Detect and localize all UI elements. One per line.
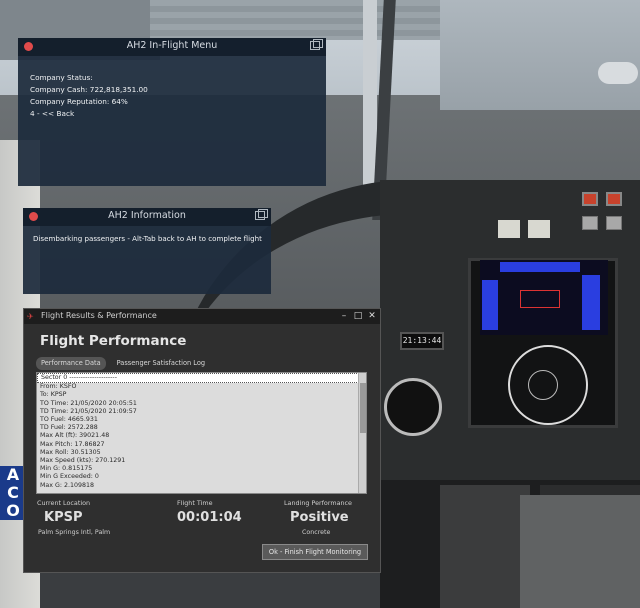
log-line[interactable]: Min G Exceeded: 0: [37, 473, 359, 481]
log-line[interactable]: Max Alt (ft): 39021.48: [37, 432, 359, 440]
log-line[interactable]: Sector 0 ---------------------: [37, 373, 359, 384]
flight-time-value: 00:01:04: [177, 510, 242, 525]
log-scrollbar[interactable]: [358, 373, 366, 493]
tab-performance-data[interactable]: Performance Data: [36, 357, 106, 370]
log-line[interactable]: From: KSFO: [37, 383, 359, 391]
log-line[interactable]: TD Time: 21/05/2020 21:09:57: [37, 408, 359, 416]
copilot-seat: [520, 495, 640, 608]
log-lines: Sector 0 --------------------- From: KSFO…: [37, 373, 359, 493]
standby-gauge: [384, 378, 442, 436]
current-location-name: Palm Springs Intl, Palm: [38, 529, 111, 536]
log-line[interactable]: Max G: 2.109818: [37, 482, 359, 490]
in-flight-menu-window: AH2 In-Flight Menu Company Status: Compa…: [18, 38, 326, 186]
company-status-label: Company Status:: [30, 73, 93, 82]
terminal-building: [440, 0, 640, 110]
altitude-tape: [582, 275, 600, 330]
log-line[interactable]: Min G: 0.815175: [37, 465, 359, 473]
info-title: AH2 Information: [108, 210, 186, 221]
results-titlebar[interactable]: ✈ Flight Results & Performance – □ ✕: [24, 309, 380, 324]
hsi-center: [528, 370, 558, 400]
speed-tape: [482, 280, 498, 330]
finish-flight-button[interactable]: Ok - Finish Flight Monitoring: [262, 544, 368, 560]
landing-performance-label: Landing Performance: [284, 499, 352, 507]
current-location-label: Current Location: [37, 499, 91, 507]
landing-surface: Concrete: [302, 529, 331, 536]
placard-2: [528, 220, 550, 238]
landing-performance-value: Positive: [290, 510, 349, 525]
hangar-roof: [150, 0, 480, 40]
current-location-value: KPSP: [44, 510, 83, 525]
center-pedestal: [440, 485, 530, 608]
clock-readout: 21:13:44: [402, 336, 442, 345]
menu-title: AH2 In-Flight Menu: [126, 40, 218, 51]
flight-results-window: ✈ Flight Results & Performance – □ ✕ Fli…: [23, 308, 381, 573]
performance-log-list[interactable]: Sector 0 --------------------- From: KSFO…: [36, 372, 367, 494]
panel-button-1[interactable]: [582, 216, 598, 230]
menu-titlebar[interactable]: AH2 In-Flight Menu: [18, 38, 326, 56]
log-line[interactable]: Max Pitch: 17.86827: [37, 441, 359, 449]
fuel-tank: [598, 62, 638, 84]
annunciator-button-1[interactable]: [582, 192, 598, 206]
panel-button-2[interactable]: [606, 216, 622, 230]
log-line[interactable]: Max Roll: 30.51305: [37, 449, 359, 457]
scrollbar-thumb[interactable]: [360, 383, 366, 433]
log-line[interactable]: TD Fuel: 2572.288: [37, 424, 359, 432]
flight-time-label: Flight Time: [177, 499, 213, 507]
airplane-icon: ✈: [27, 312, 34, 321]
annunciator-button-2[interactable]: [606, 192, 622, 206]
warning-box: [520, 290, 560, 308]
tab-passenger-satisfaction-log[interactable]: Passenger Satisfaction Log: [112, 357, 210, 370]
heading-bar: [500, 262, 580, 272]
page-title: Flight Performance: [40, 333, 187, 349]
close-icon[interactable]: ✕: [366, 310, 378, 322]
info-message: Disembarking passengers - Alt-Tab back t…: [33, 234, 262, 243]
results-tabs: Performance Data Passenger Satisfaction …: [36, 357, 210, 370]
results-title: Flight Results & Performance: [41, 311, 157, 320]
menu-body: Company Status: Company Cash: 722,818,35…: [18, 56, 326, 120]
maximize-icon[interactable]: □: [352, 310, 364, 322]
popout-icon[interactable]: [310, 39, 323, 50]
log-line[interactable]: TO Fuel: 4665.931: [37, 416, 359, 424]
log-line[interactable]: To: KPSP: [37, 391, 359, 399]
back-option[interactable]: 4 - << Back: [30, 108, 326, 120]
log-line[interactable]: Max Speed (kts): 270.1291: [37, 457, 359, 465]
popout-icon[interactable]: [255, 209, 268, 220]
placard-1: [498, 220, 520, 238]
company-reputation: Company Reputation: 64%: [30, 97, 128, 106]
info-titlebar[interactable]: AH2 Information: [23, 208, 271, 226]
log-line[interactable]: TO Time: 21/05/2020 20:05:51: [37, 400, 359, 408]
information-window: AH2 Information Disembarking passengers …: [23, 208, 271, 294]
clock-display: 21:13:44: [400, 332, 444, 350]
minimize-icon[interactable]: –: [338, 310, 350, 322]
company-cash: Company Cash: 722,818,351.00: [30, 85, 148, 94]
